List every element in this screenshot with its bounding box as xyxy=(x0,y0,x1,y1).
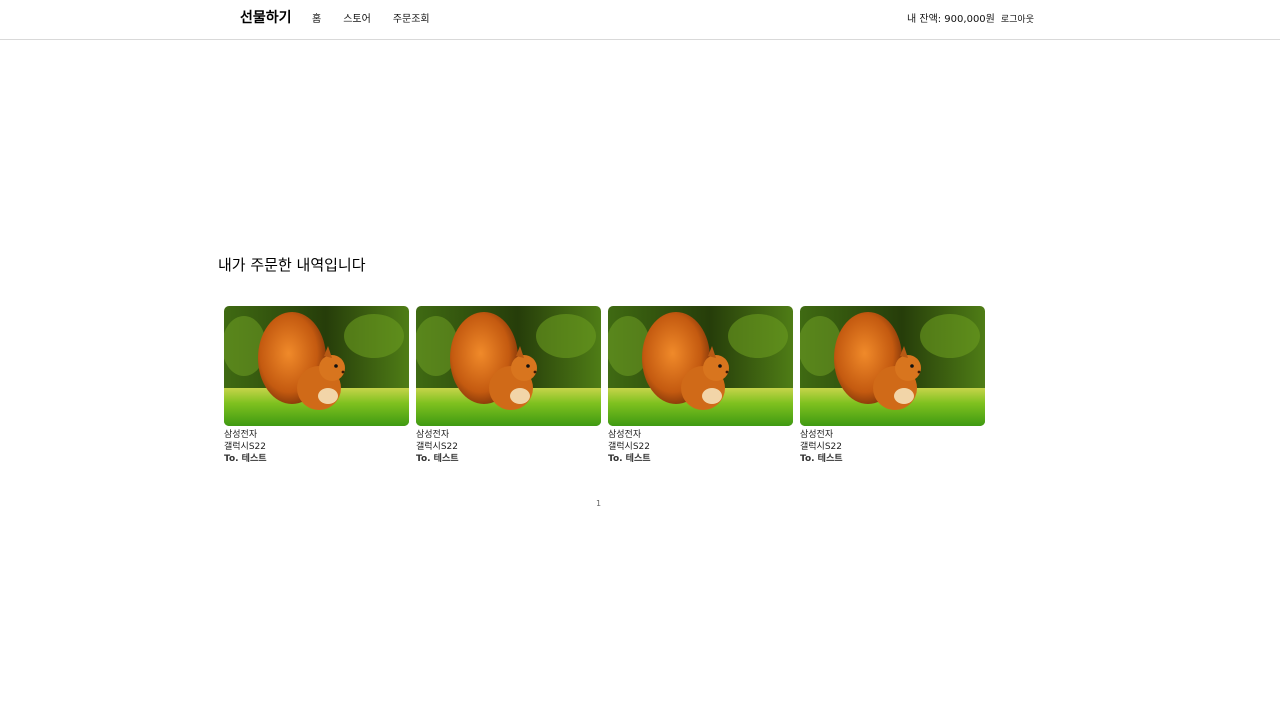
order-card[interactable]: 삼성전자 갤럭시S22 To. 테스트 xyxy=(608,306,793,465)
account-area: 내 잔액: 900,000원 로그아웃 xyxy=(907,10,1034,25)
order-meta: 삼성전자 갤럭시S22 To. 테스트 xyxy=(608,429,793,465)
order-card[interactable]: 삼성전자 갤럭시S22 To. 테스트 xyxy=(224,306,409,465)
order-brand: 삼성전자 xyxy=(608,430,642,440)
product-image xyxy=(224,306,409,426)
order-meta: 삼성전자 갤럭시S22 To. 테스트 xyxy=(800,429,985,465)
nav-order-lookup[interactable]: 주문조회 xyxy=(393,10,430,25)
order-meta: 삼성전자 갤럭시S22 To. 테스트 xyxy=(224,429,409,465)
order-product: 갤럭시S22 xyxy=(608,442,651,452)
product-image xyxy=(608,306,793,426)
top-navbar: 선물하기 홈 스토어 주문조회 내 잔액: 900,000원 로그아웃 xyxy=(0,0,1280,40)
order-product: 갤럭시S22 xyxy=(416,442,459,452)
order-recipient: To. 테스트 xyxy=(608,454,651,464)
order-brand: 삼성전자 xyxy=(224,430,258,440)
order-recipient: To. 테스트 xyxy=(800,454,843,464)
order-meta: 삼성전자 갤럭시S22 To. 테스트 xyxy=(416,429,601,465)
order-recipient: To. 테스트 xyxy=(416,454,459,464)
page-1-link[interactable]: 1 xyxy=(596,499,601,508)
order-list: 삼성전자 갤럭시S22 To. 테스트 삼성전자 갤럭시S22 To. 테스트 … xyxy=(224,306,985,465)
product-image xyxy=(416,306,601,426)
logout-button[interactable]: 로그아웃 xyxy=(1001,12,1034,25)
product-image xyxy=(800,306,985,426)
pagination: 1 xyxy=(596,491,601,510)
order-product: 갤럭시S22 xyxy=(800,442,843,452)
nav-home[interactable]: 홈 xyxy=(312,10,321,25)
balance-text: 내 잔액: 900,000원 xyxy=(906,14,995,25)
order-brand: 삼성전자 xyxy=(800,430,834,440)
order-recipient: To. 테스트 xyxy=(224,454,267,464)
main-nav: 홈 스토어 주문조회 xyxy=(312,10,452,25)
nav-store[interactable]: 스토어 xyxy=(343,10,371,25)
order-brand: 삼성전자 xyxy=(416,430,450,440)
order-card[interactable]: 삼성전자 갤럭시S22 To. 테스트 xyxy=(416,306,601,465)
order-product: 갤럭시S22 xyxy=(224,442,267,452)
page-title: 내가 주문한 내역입니다 xyxy=(218,256,366,274)
order-card[interactable]: 삼성전자 갤럭시S22 To. 테스트 xyxy=(800,306,985,465)
brand-logo-link[interactable]: 선물하기 xyxy=(240,7,292,27)
